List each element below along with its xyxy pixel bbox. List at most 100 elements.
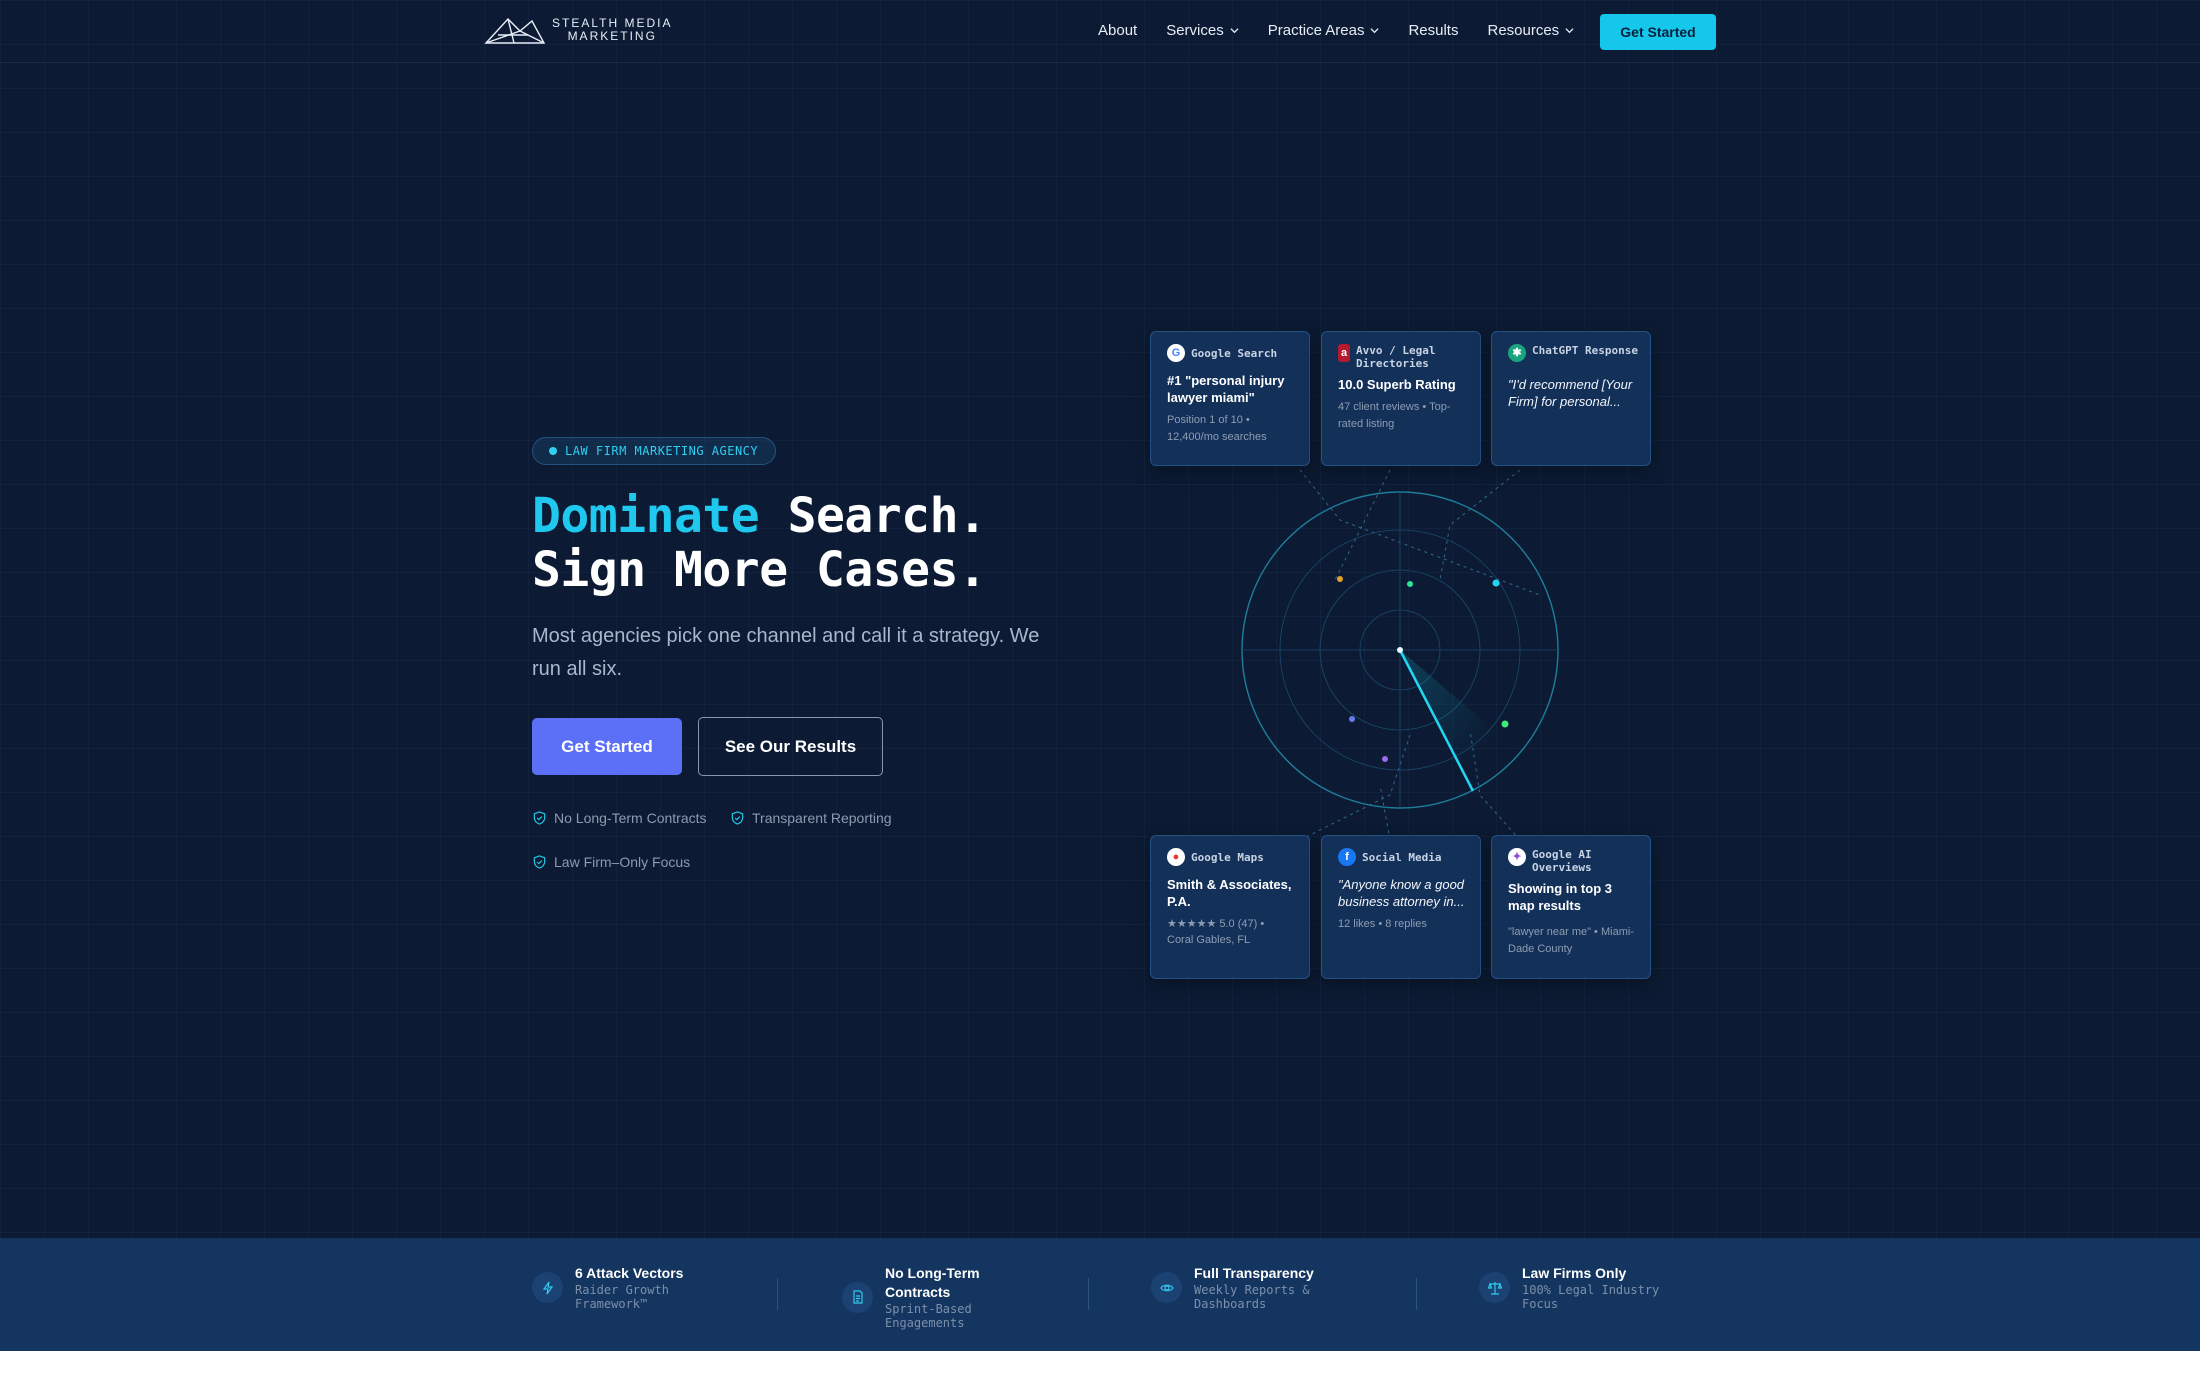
bolt-icon <box>532 1272 563 1303</box>
nav-item-label: About <box>1098 22 1138 39</box>
card-header-label: Google AI Overviews <box>1532 848 1592 874</box>
get-started-button[interactable]: Get Started <box>532 718 682 775</box>
nav-get-started-button[interactable]: Get Started <box>1600 14 1716 50</box>
trust-item: Law Firm–Only Focus <box>532 854 690 870</box>
headline-accent: Dominate <box>532 488 760 544</box>
card-meta: 12 likes • 8 replies <box>1338 918 1427 930</box>
card-header-label: Google Maps <box>1191 851 1264 864</box>
top-nav: STEALTH MEDIA MARKETING About Services P… <box>0 0 2200 63</box>
card-title: 10.0 Superb Rating <box>1338 377 1456 392</box>
chevron-down-icon <box>1230 28 1239 34</box>
card-google-search: G Google Search #1 "personal injury lawy… <box>1150 331 1310 466</box>
document-icon <box>842 1281 873 1313</box>
trust-item-label: Law Firm–Only Focus <box>554 854 691 870</box>
trust-item-label: No Long-Term Contracts <box>554 810 707 826</box>
hero-badge-label: LAW FIRM MARKETING AGENCY <box>565 444 759 458</box>
chevron-down-icon <box>1370 28 1380 34</box>
hero-subheadline: Most agencies pick one channel and call … <box>532 625 1040 680</box>
feature-title: 6 Attack Vectors <box>575 1265 684 1281</box>
card-header: f Social Media <box>1338 848 1468 874</box>
see-results-button[interactable]: See Our Results <box>698 717 883 776</box>
card-header-label: Avvo / Legal Directories <box>1356 344 1436 370</box>
feature-subtitle: Raider Growth Framework™ <box>575 1283 669 1311</box>
radar-blip <box>1407 581 1413 587</box>
brand-logo[interactable]: STEALTH MEDIA MARKETING <box>484 13 672 47</box>
features-band <box>0 1238 2200 1351</box>
feature-item: No Long-Term Contracts Sprint-Based Enga… <box>842 1264 995 1330</box>
rating-text: ★★★★★ 5.0 (47) • <box>1167 918 1265 930</box>
headline-line2: Sign More Cases. <box>532 542 987 598</box>
feature-divider <box>1088 1278 1089 1310</box>
logo-mark-icon <box>484 17 546 44</box>
feature-item: Full Transparency Weekly Reports & Dashb… <box>1151 1264 1314 1311</box>
feature-title: Full Transparency <box>1194 1265 1314 1281</box>
card-meta: ★★★★★ 5.0 (47) • Coral Gables, FL <box>1167 916 1297 949</box>
card-quote: "I'd recommend [Your Firm] for personal.… <box>1508 377 1633 409</box>
chevron-down-icon <box>1565 28 1574 34</box>
card-header-label: ChatGPT Response <box>1532 344 1638 357</box>
radar-blip <box>1492 579 1500 587</box>
nav-item-label: Resources <box>1487 22 1560 39</box>
card-meta: 47 client reviews • Top-rated listing <box>1338 401 1451 430</box>
feature-divider <box>777 1278 778 1310</box>
card-header-label: Google Search <box>1191 347 1278 360</box>
nav-item-label: Results <box>1408 22 1459 39</box>
ai-sparkle-icon: ✦ <box>1508 848 1526 866</box>
card-title: Showing in top 3 map results <box>1508 881 1612 913</box>
card-header-label: Social Media <box>1362 851 1442 864</box>
card-title: #1 "personal injury lawyer miami" <box>1167 373 1285 405</box>
feature-title: Law Firms Only <box>1522 1265 1627 1281</box>
feature-subtitle: 100% Legal Industry Focus <box>1522 1283 1660 1311</box>
feature-title: No Long-Term Contracts <box>885 1265 980 1300</box>
radar-blip <box>1337 576 1343 582</box>
card-chatgpt: ✱ ChatGPT Response "I'd recommend [Your … <box>1491 331 1651 466</box>
trust-item: Transparent Reporting <box>730 810 892 826</box>
scale-icon <box>1479 1272 1510 1303</box>
footer-strip <box>0 1351 2200 1375</box>
card-header: a Avvo / Legal Directories <box>1338 344 1468 370</box>
nav-item-about[interactable]: About <box>1098 22 1137 39</box>
radar-blip <box>1349 716 1355 722</box>
trust-item: No Long-Term Contracts <box>532 810 707 826</box>
card-header: ✦ Google AI Overviews <box>1508 848 1638 874</box>
card-google-maps: ● Google Maps Smith & Associates, P.A. ★… <box>1150 835 1310 979</box>
trust-item-label: Transparent Reporting <box>752 810 892 826</box>
grid-background <box>0 0 2200 1238</box>
nav-item-services[interactable]: Services <box>1166 22 1239 39</box>
nav-item-practice-areas[interactable]: Practice Areas <box>1268 22 1380 39</box>
card-social-media: f Social Media "Anyone know a good busin… <box>1321 835 1481 979</box>
card-quote: "Anyone know a good business attorney in… <box>1338 877 1465 909</box>
hero-badge: LAW FIRM MARKETING AGENCY <box>532 437 777 465</box>
headline-part1: Search. <box>759 488 987 544</box>
feature-subtitle: Sprint-Based Engagements <box>885 1302 972 1330</box>
map-pin-icon: ● <box>1167 848 1185 866</box>
facebook-icon: f <box>1338 848 1356 866</box>
shield-check-icon <box>533 811 546 825</box>
nav-item-resources[interactable]: Resources <box>1487 22 1574 39</box>
card-header: ● Google Maps <box>1167 848 1297 874</box>
feature-divider <box>1416 1278 1417 1310</box>
card-header: G Google Search <box>1167 344 1297 370</box>
shield-check-icon <box>731 811 744 825</box>
google-icon: G <box>1167 344 1185 362</box>
chatgpt-icon: ✱ <box>1508 344 1526 362</box>
location-text: Coral Gables, FL <box>1167 934 1251 946</box>
card-meta: Position 1 of 10 • 12,400/mo searches <box>1167 414 1267 443</box>
nav-item-results[interactable]: Results <box>1408 22 1458 39</box>
nav-item-label: Practice Areas <box>1267 22 1365 39</box>
feature-item: 6 Attack Vectors Raider Growth Framework… <box>532 1264 695 1311</box>
radar-blip <box>1382 756 1388 762</box>
shield-check-icon <box>533 855 546 869</box>
feature-subtitle: Weekly Reports & Dashboards <box>1194 1283 1310 1311</box>
feature-item: Law Firms Only 100% Legal Industry Focus <box>1479 1264 1672 1311</box>
card-header: ✱ ChatGPT Response <box>1508 344 1638 370</box>
card-avvo: a Avvo / Legal Directories 10.0 Superb R… <box>1321 331 1481 466</box>
radar-graphic <box>1241 491 1559 809</box>
hero-headline: Dominate Search. Sign More Cases. <box>532 488 987 598</box>
card-title: Smith & Associates, P.A. <box>1167 877 1292 909</box>
card-meta: "lawyer near me" • Miami-Dade County <box>1508 926 1634 955</box>
badge-dot-icon <box>549 447 557 455</box>
radar-blip <box>1501 720 1509 728</box>
avvo-icon: a <box>1338 344 1350 362</box>
nav-item-label: Services <box>1166 22 1224 39</box>
